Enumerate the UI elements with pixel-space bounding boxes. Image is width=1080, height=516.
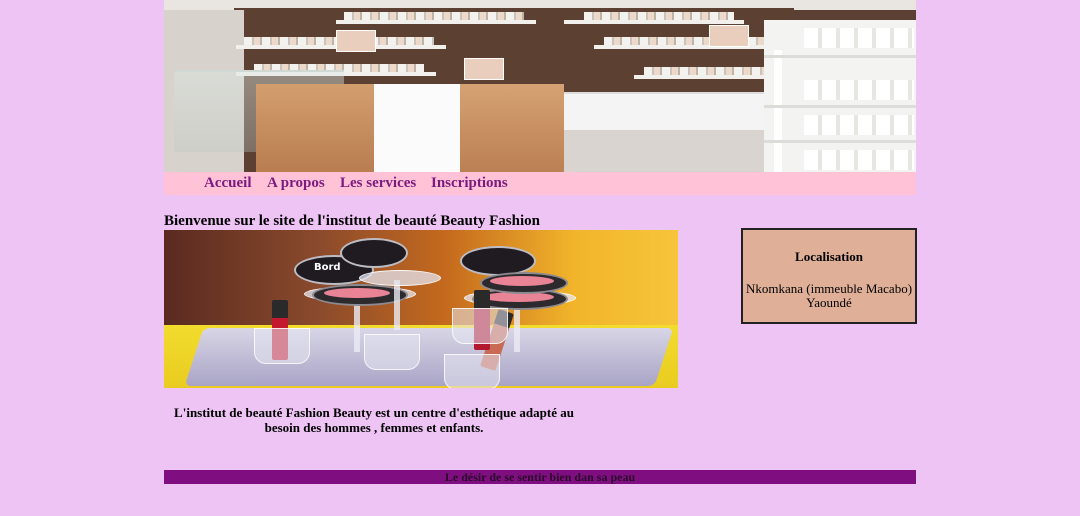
footer-bar: Le désir de se sentir bien dan sa peau: [164, 470, 916, 484]
nav-bar: Accueil A propos Les services Inscriptio…: [164, 172, 916, 195]
location-address-line2: Yaoundé: [806, 295, 852, 310]
cosmetics-photo: Bord: [164, 230, 678, 388]
nav-link-inscriptions[interactable]: Inscriptions: [431, 175, 508, 192]
header-banner-image: [164, 0, 916, 172]
compact-logo-text: Bord: [314, 262, 341, 273]
welcome-title: Bienvenue sur le site de l'institut de b…: [164, 213, 540, 229]
location-title: Localisation: [795, 249, 863, 264]
page: Accueil A propos Les services Inscriptio…: [0, 0, 1080, 516]
institute-description: L'institut de beauté Fashion Beauty est …: [174, 405, 574, 435]
nav-link-accueil[interactable]: Accueil: [204, 175, 251, 192]
location-box: Localisation Nkomkana (immeuble Macabo) …: [741, 228, 917, 324]
nav-link-les-services[interactable]: Les services: [340, 175, 416, 192]
nav-link-a-propos[interactable]: A propos: [267, 175, 325, 192]
